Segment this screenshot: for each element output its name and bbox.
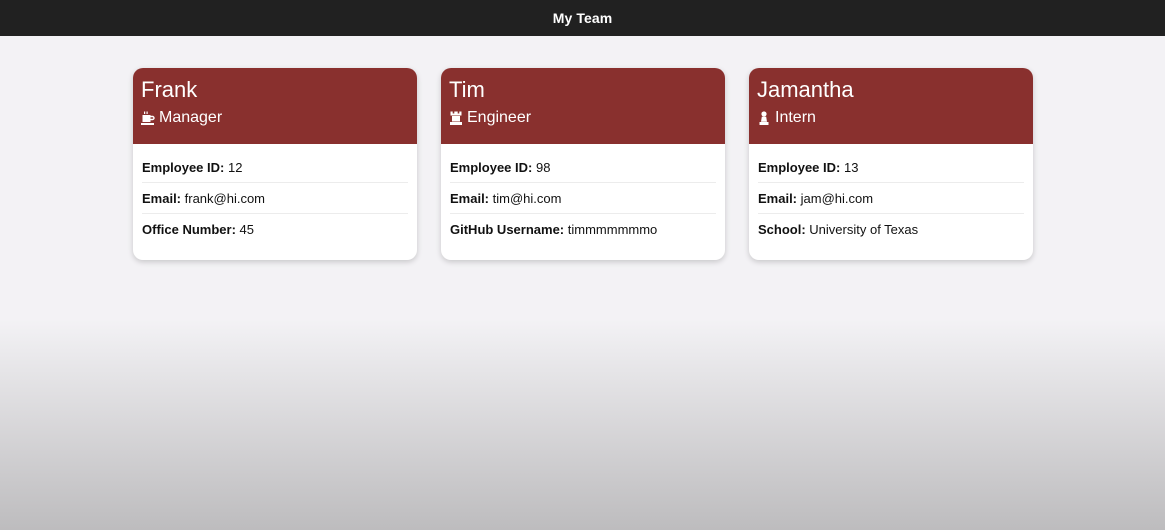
page-title: My Team [552,10,613,26]
row-value: 98 [535,160,551,175]
card-body: Employee ID: 12 Email: frank@hi.com Offi… [133,144,417,245]
employee-card-manager: Frank Manager Employee ID: 12 Email: fra… [133,68,417,260]
row-label: Employee ID: [758,160,844,175]
email-row: Email: jam@hi.com [758,183,1024,214]
card-header: Jamantha Intern [749,68,1033,144]
row-value: University of Texas [809,222,919,237]
row-value: 13 [843,160,859,175]
role-label: Manager [159,109,223,126]
school-row: School: University of Texas [758,214,1024,245]
row-label: Office Number: [142,222,240,237]
employee-name: Jamantha [757,77,854,102]
employee-id-row: Employee ID: 13 [758,152,1024,183]
row-label: Email: [142,191,185,206]
role-label: Intern [775,109,816,126]
row-value: 45 [239,222,254,237]
employee-id-row: Employee ID: 98 [450,152,716,183]
mug-icon [141,111,155,125]
email-link[interactable]: jam@hi.com [801,191,873,206]
employee-role: Intern [757,108,1025,128]
chess-pawn-icon [757,111,771,125]
email-row: Email: frank@hi.com [142,183,408,214]
employee-role: Manager [141,108,409,128]
employee-name: Tim [449,77,485,102]
chess-rook-icon [449,111,463,125]
employee-card-engineer: Tim Engineer Employee ID: 98 Email: tim@… [441,68,725,260]
row-label: School: [758,222,810,237]
team-cards: Frank Manager Employee ID: 12 Email: fra… [133,68,1033,260]
row-label: Employee ID: [450,160,536,175]
row-label: GitHub Username: [450,222,568,237]
employee-card-intern: Jamantha Intern Employee ID: 13 Email: j… [749,68,1033,260]
row-label: Email: [758,191,801,206]
email-row: Email: tim@hi.com [450,183,716,214]
role-label: Engineer [467,109,532,126]
github-link[interactable]: timmmmmmmo [568,222,658,237]
card-body: Employee ID: 13 Email: jam@hi.com School… [749,144,1033,245]
card-body: Employee ID: 98 Email: tim@hi.com GitHub… [441,144,725,245]
row-label: Email: [450,191,493,206]
employee-name: Frank [141,77,198,102]
top-navbar: My Team [0,0,1165,36]
row-label: Employee ID: [142,160,228,175]
office-number-row: Office Number: 45 [142,214,408,245]
employee-role: Engineer [449,108,717,128]
email-link[interactable]: tim@hi.com [493,191,562,206]
email-link[interactable]: frank@hi.com [185,191,265,206]
github-row: GitHub Username: timmmmmmmo [450,214,716,245]
card-header: Tim Engineer [441,68,725,144]
row-value: 12 [227,160,243,175]
card-header: Frank Manager [133,68,417,144]
employee-id-row: Employee ID: 12 [142,152,408,183]
